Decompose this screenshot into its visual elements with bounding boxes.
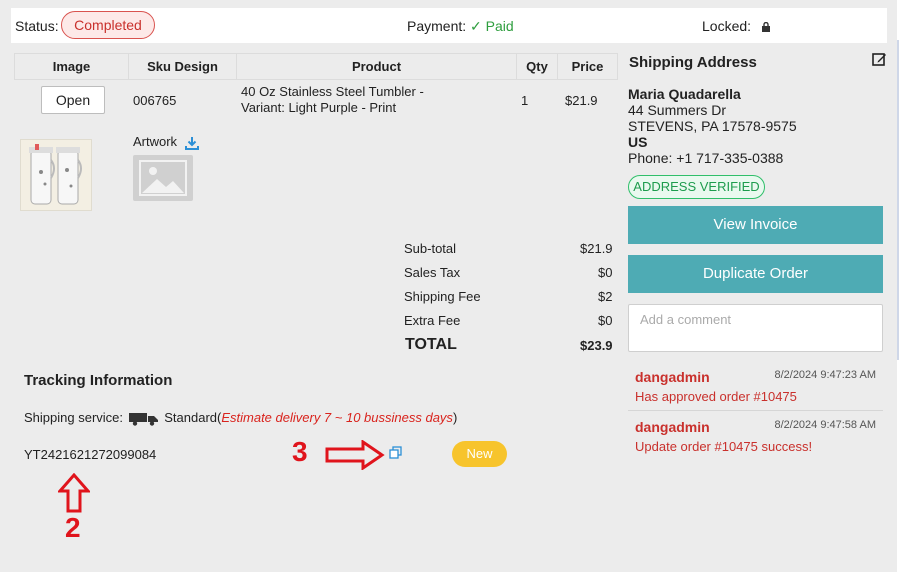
annotation-arrow-up-icon <box>58 473 90 513</box>
recipient-name: Maria Quadarella <box>628 86 741 102</box>
status-label: Status: <box>15 18 59 34</box>
status-badge: Completed <box>61 11 155 39</box>
download-icon[interactable] <box>184 136 199 150</box>
sku-value: 006765 <box>133 93 177 108</box>
open-button[interactable]: Open <box>41 86 105 114</box>
column-header-sku: Sku Design <box>128 53 237 80</box>
shipping-service-name: Standard( <box>164 410 222 425</box>
order-detail-page: Status: Completed Payment: ✓ Paid Locked… <box>0 0 899 572</box>
comment-placeholder: Add a comment <box>640 312 732 327</box>
address-country: US <box>628 134 648 150</box>
shipping-address-title: Shipping Address <box>629 54 757 71</box>
sales-tax-value: $0 <box>598 265 613 280</box>
locked-status: Locked: <box>702 18 771 34</box>
close-paren: ) <box>452 410 458 425</box>
annotation-arrow-right-icon <box>325 440 385 470</box>
total-value: $23.9 <box>580 338 613 353</box>
shipping-service-line: Shipping service: Standard(Estimate deli… <box>24 410 457 426</box>
address-verified-badge: ADDRESS VERIFIED <box>628 175 765 199</box>
artwork-placeholder-image <box>133 155 193 201</box>
tracking-number: YT2421621272099084 <box>24 447 157 462</box>
payment-value: ✓ Paid <box>470 18 514 34</box>
extra-fee-value: $0 <box>598 313 613 328</box>
shipping-fee-value: $2 <box>598 289 613 304</box>
activity-log-item: dangadmin 8/2/2024 9:47:23 AM Has approv… <box>635 369 880 404</box>
table-header-row: Image Sku Design Product Qty Price <box>14 53 618 80</box>
shipping-fee-label: Shipping Fee <box>404 289 481 304</box>
comment-input[interactable]: Add a comment <box>628 304 883 352</box>
lock-icon <box>761 22 770 33</box>
address-phone: Phone: +1 717-335-0388 <box>628 150 784 166</box>
payment-status: Payment: ✓ Paid <box>407 18 514 35</box>
product-image[interactable] <box>20 139 92 211</box>
column-header-image: Image <box>14 53 129 80</box>
price-value: $21.9 <box>565 93 598 108</box>
duplicate-order-button[interactable]: Duplicate Order <box>628 255 883 293</box>
address-city: STEVENS, PA 17578-9575 <box>628 118 797 134</box>
log-timestamp: 8/2/2024 9:47:58 AM <box>774 419 876 431</box>
total-label: TOTAL <box>405 336 457 353</box>
column-header-product: Product <box>236 53 517 80</box>
order-items-table: Image Sku Design Product Qty Price <box>14 53 618 80</box>
copy-icon[interactable] <box>389 446 402 459</box>
tracking-title: Tracking Information <box>24 372 173 389</box>
tracking-status-badge: New <box>452 441 507 467</box>
subtotal-label: Sub-total <box>404 241 457 256</box>
shipping-service-label: Shipping service: <box>24 410 123 425</box>
extra-fee-label: Extra Fee <box>404 313 461 328</box>
view-invoice-button[interactable]: View Invoice <box>628 206 883 244</box>
status-bar: Status: Completed Payment: ✓ Paid Locked… <box>11 8 887 43</box>
column-header-qty: Qty <box>516 53 558 80</box>
locked-label: Locked: <box>702 18 752 34</box>
delivery-estimate: Estimate delivery 7 ~ 10 bussiness days <box>221 410 453 425</box>
column-header-price: Price <box>557 53 618 80</box>
sales-tax-label: Sales Tax <box>404 265 461 280</box>
edit-icon[interactable] <box>872 52 887 67</box>
address-street: 44 Summers Dr <box>628 102 727 118</box>
annotation-number-2: 2 <box>65 512 81 543</box>
log-divider <box>628 410 883 411</box>
truck-icon <box>128 412 158 426</box>
activity-log-item: dangadmin 8/2/2024 9:47:58 AM Update ord… <box>635 419 880 454</box>
annotation-number-3: 3 <box>292 436 308 467</box>
subtotal-value: $21.9 <box>580 241 613 256</box>
image-placeholder-icon <box>139 160 187 196</box>
log-timestamp: 8/2/2024 9:47:23 AM <box>774 369 876 381</box>
product-name-line2: Variant: Light Purple - Print <box>241 100 397 115</box>
qty-value: 1 <box>521 93 529 108</box>
artwork-text: Artwork <box>133 134 178 149</box>
tumbler-illustration <box>29 144 82 205</box>
payment-label: Payment: <box>407 18 467 34</box>
log-message: Update order #10475 success! <box>635 439 813 454</box>
product-name-line1: 40 Oz Stainless Steel Tumbler - <box>241 84 424 99</box>
artwork-label: Artwork <box>133 134 199 150</box>
log-message: Has approved order #10475 <box>635 389 797 404</box>
